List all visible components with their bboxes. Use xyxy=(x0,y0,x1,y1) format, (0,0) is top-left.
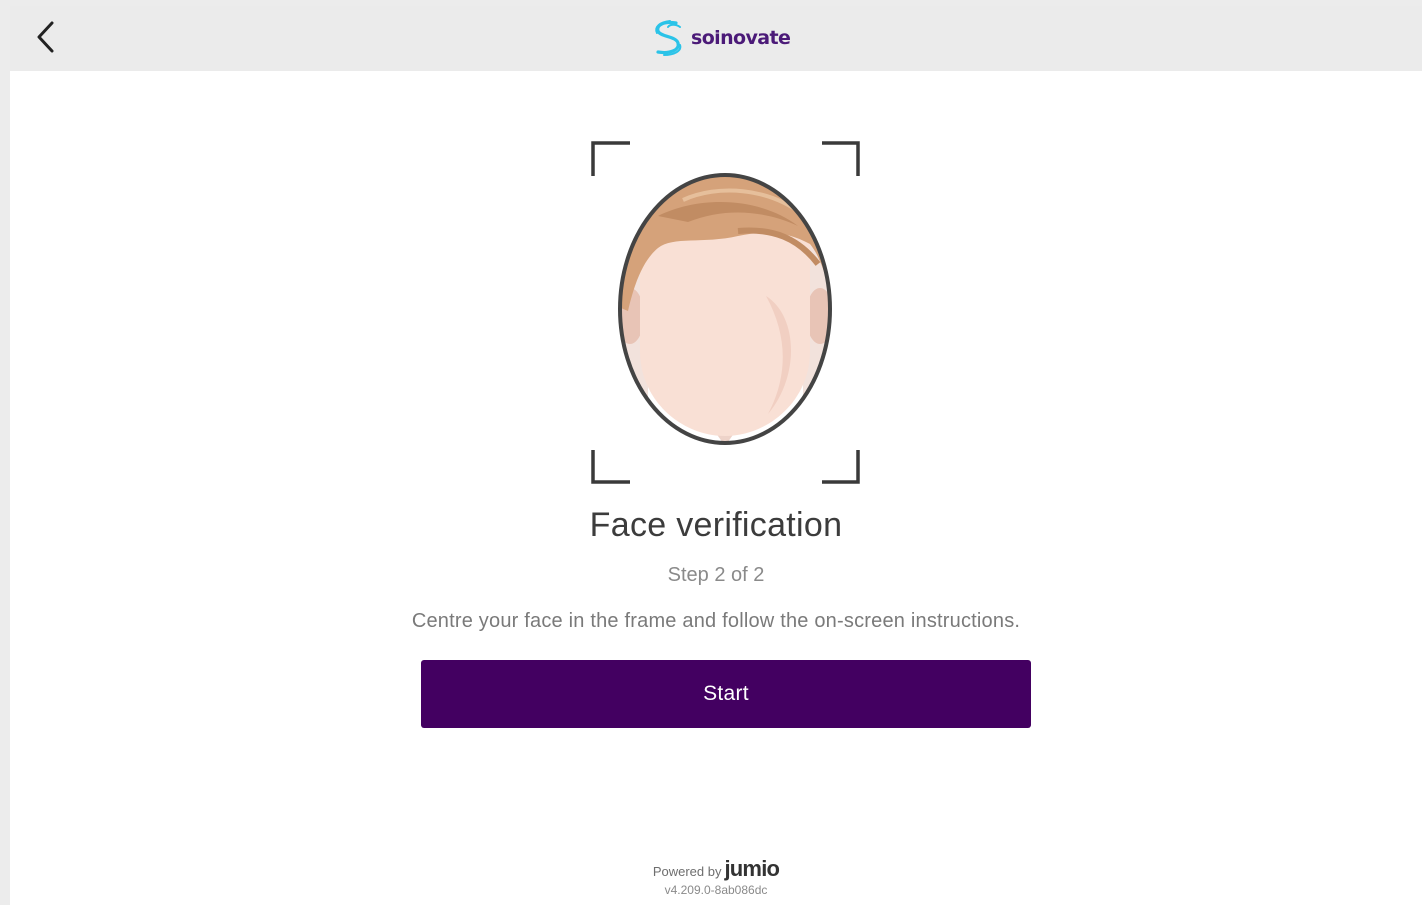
footer: Powered by jumio v4.209.0-8ab086dc xyxy=(0,856,1422,897)
jumio-logo: jumio xyxy=(724,856,780,881)
instructions-text: Centre your face in the frame and follow… xyxy=(411,610,1021,632)
brand-logo: soinovate xyxy=(650,19,791,57)
version-label: v4.209.0-8ab086dc xyxy=(664,883,768,897)
chevron-left-icon xyxy=(37,21,54,53)
step-indicator: Step 2 of 2 xyxy=(667,564,765,586)
soinovate-logo-icon xyxy=(655,20,682,56)
face-frame-icon xyxy=(591,141,860,484)
powered-by-text: Powered by xyxy=(652,864,722,879)
top-bar: soinovate xyxy=(10,6,1422,71)
powered-by: Powered by jumio xyxy=(652,856,780,882)
back-button[interactable] xyxy=(28,18,62,56)
start-button[interactable]: Start xyxy=(421,660,1031,728)
page-title: Face verification xyxy=(589,506,843,544)
brand-name: soinovate xyxy=(691,27,791,49)
verification-page: soinovate Face verification Step 2 of 2 … xyxy=(10,6,1422,905)
